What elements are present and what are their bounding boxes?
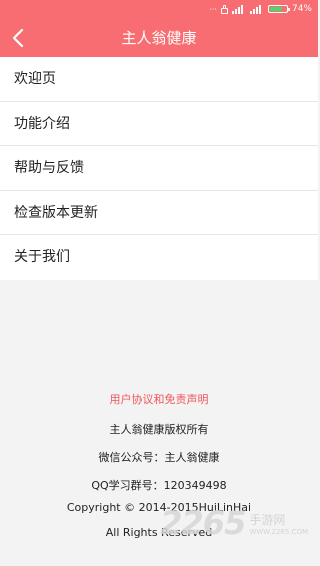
- user-agreement-link[interactable]: 用户协议和免责声明: [0, 391, 318, 407]
- battery-percentage: 74%: [291, 4, 312, 14]
- wechat-account: 微信公众号：主人翁健康: [98, 451, 220, 464]
- watermark-number: 2265: [160, 504, 246, 542]
- copyright-owner: 主人翁健康版权所有: [109, 423, 209, 436]
- battery-icon: [267, 5, 290, 13]
- menu-item-check-update[interactable]: 检查版本更新: [0, 191, 318, 235]
- settings-menu: 欢迎页 功能介绍 帮助与反馈 检查版本更新 关于我们: [0, 57, 318, 280]
- signal-2-icon: [249, 4, 264, 14]
- qq-group: QQ学习群号：120349498: [91, 479, 227, 492]
- page-title: 主人翁健康: [121, 29, 197, 47]
- app-header: 主人翁健康: [0, 19, 318, 57]
- status-icons: ··· 74%: [209, 3, 312, 15]
- watermark-url: WWW.2265.COM: [249, 527, 308, 536]
- status-bar: ··· 74%: [0, 0, 318, 19]
- watermark-name: 手游网: [249, 512, 286, 527]
- watermark-logo: 2265 手游网 WWW.2265.COM: [160, 504, 308, 542]
- watermark-text: 手游网 WWW.2265.COM: [249, 511, 308, 536]
- signal-icon: [231, 4, 246, 14]
- menu-item-welcome[interactable]: 欢迎页: [0, 57, 318, 102]
- menu-item-about-us[interactable]: 关于我们: [0, 235, 318, 280]
- signal-dots-icon: ···: [209, 4, 217, 14]
- menu-item-features[interactable]: 功能介绍: [0, 102, 318, 146]
- menu-item-help-feedback[interactable]: 帮助与反馈: [0, 146, 318, 191]
- back-button[interactable]: [0, 19, 36, 57]
- chevron-left-icon: [12, 29, 24, 47]
- lock-icon: [220, 4, 228, 14]
- battery-fill: [269, 7, 282, 11]
